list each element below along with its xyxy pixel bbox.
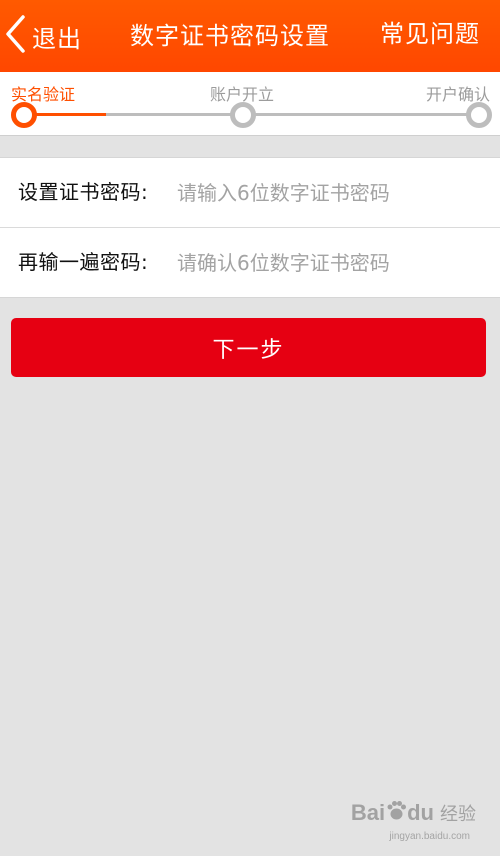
password-row: 设置证书密码:: [0, 158, 500, 227]
back-label: 退出: [32, 24, 82, 53]
password-input[interactable]: [175, 170, 489, 216]
confirm-password-label: 再输一遍密码:: [18, 250, 149, 274]
next-step-button[interactable]: 下一步: [11, 318, 486, 377]
step-2-dot: [230, 102, 256, 128]
password-label: 设置证书密码:: [18, 180, 149, 204]
watermark-brand-suffix: du: [407, 800, 434, 825]
back-button[interactable]: 退出: [0, 0, 100, 72]
progress-steps: 实名验证 账户开立 开户确认: [0, 72, 500, 136]
confirm-password-input[interactable]: [175, 240, 489, 286]
confirm-row: 再输一遍密码:: [0, 228, 500, 297]
app-header: 退出 数字证书密码设置 常见问题: [0, 0, 500, 72]
watermark-brand: Bai: [350, 800, 386, 825]
step-3-dot: [466, 102, 492, 128]
page-title: 数字证书密码设置: [130, 22, 330, 50]
paw-icon: [385, 800, 407, 826]
chevron-left-icon: [0, 14, 26, 58]
step-1-dot: [11, 102, 37, 128]
baidu-watermark: Bai du 经验: [351, 800, 476, 826]
password-form: 设置证书密码: 再输一遍密码:: [0, 157, 500, 298]
watermark-cn: 经验: [440, 804, 476, 825]
watermark-url: jingyan.baidu.com: [389, 831, 470, 842]
faq-button[interactable]: 常见问题: [380, 0, 480, 72]
